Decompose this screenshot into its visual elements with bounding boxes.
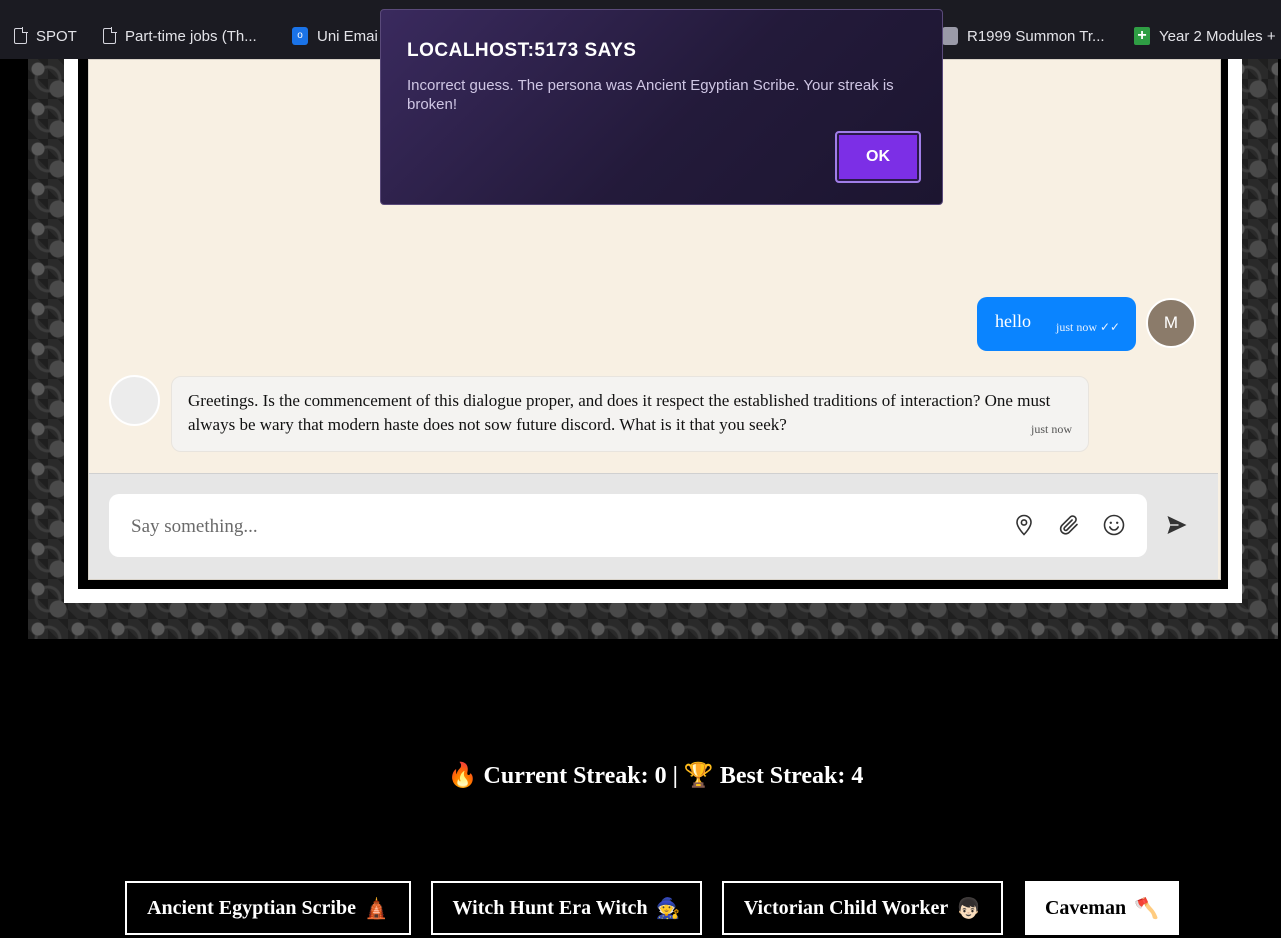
bookmark-r1999[interactable]: R1999 Summon Tr... (942, 25, 1105, 47)
persona-button-witch-hunt-era-witch[interactable]: Witch Hunt Era Witch 🧙 (431, 881, 702, 935)
user-avatar: M (1146, 298, 1196, 348)
streak-display: 🔥 Current Streak: 0 | 🏆 Best Streak: 4 (0, 761, 1281, 790)
persona-label: Witch Hunt Era Witch (452, 896, 648, 919)
ok-button[interactable]: OK (835, 131, 921, 183)
bookmark-part-time-jobs[interactable]: Part-time jobs (Th... (103, 25, 257, 47)
message-time: just now (1030, 422, 1072, 436)
bookmark-label: SPOT (36, 27, 77, 45)
trophy-icon: 🏆 (683, 763, 714, 789)
bookmark-label: Part-time jobs (Th... (125, 27, 257, 45)
mail-icon: o (292, 27, 308, 45)
persona-label: Ancient Egyptian Scribe (147, 896, 356, 919)
persona-button-victorian-child-worker[interactable]: Victorian Child Worker 👦🏻 (722, 881, 1003, 935)
document-icon (14, 27, 28, 44)
best-streak: Best Streak: 4 (719, 763, 864, 789)
persona-button-ancient-egyptian-scribe[interactable]: Ancient Egyptian Scribe 🛕 (125, 881, 411, 935)
fire-icon: 🔥 (447, 763, 478, 789)
composer-box (109, 494, 1147, 557)
bookmark-year2-modules[interactable]: + Year 2 Modules + (1134, 25, 1276, 47)
bookmark-spot[interactable]: SPOT (14, 25, 77, 47)
dialog-message: Incorrect guess. The persona was Ancient… (407, 77, 894, 113)
bookmark-label: R1999 Summon Tr... (967, 27, 1105, 45)
boy-icon: 👦🏻 (956, 897, 982, 920)
bot-message-bubble: Greetings. Is the commencement of this d… (171, 376, 1089, 452)
dialog-title: LOCALHOST:5173 SAYS (407, 40, 637, 61)
emoji-icon[interactable] (1102, 513, 1126, 537)
bookmark-label: Uni Emai (317, 27, 378, 45)
attachment-icon[interactable] (1057, 513, 1081, 537)
persona-button-caveman[interactable]: Caveman 🪓 (1025, 881, 1179, 935)
current-streak: Current Streak: 0 | (483, 763, 678, 789)
persona-label: Victorian Child Worker (743, 896, 949, 919)
send-icon[interactable] (1165, 513, 1189, 537)
message-input[interactable] (129, 512, 993, 542)
message-time: just now ✓✓ (1056, 320, 1121, 334)
plus-icon: + (1134, 27, 1150, 45)
bookmark-uni-email[interactable]: o Uni Emai (292, 25, 378, 47)
bot-avatar (109, 375, 160, 426)
bookmark-label: Year 2 Modules + (1159, 27, 1276, 45)
axe-icon: 🪓 (1134, 897, 1159, 920)
game-icon (942, 27, 958, 45)
location-icon[interactable] (1012, 513, 1036, 537)
user-message-bubble: hello just now ✓✓ (977, 297, 1136, 351)
witch-icon: 🧙 (655, 897, 681, 920)
message-text: Greetings. Is the commencement of this d… (188, 391, 1051, 434)
document-icon (103, 27, 117, 44)
alert-dialog: LOCALHOST:5173 SAYS Incorrect guess. The… (380, 9, 943, 205)
message-text: hello (995, 311, 1031, 331)
persona-label: Caveman (1044, 896, 1127, 919)
temple-icon: 🛕 (364, 897, 389, 920)
